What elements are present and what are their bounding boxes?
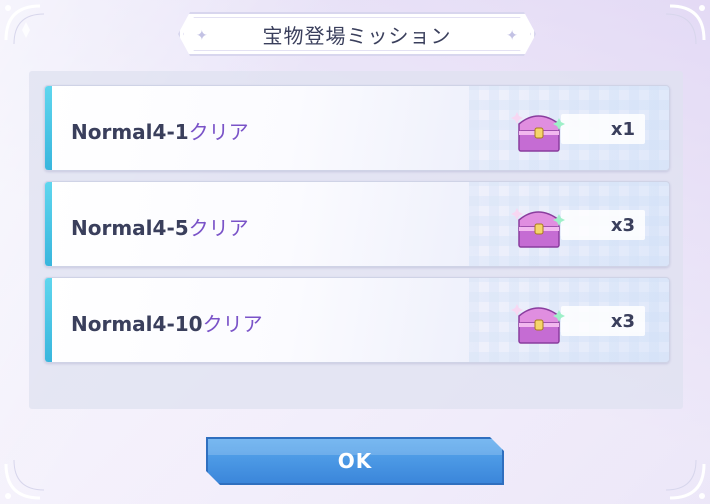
corner-ornament-icon <box>665 459 706 500</box>
corner-ornament-icon <box>4 459 45 500</box>
mission-stage: Normal4-5 <box>71 216 189 240</box>
mission-condition: クリア <box>188 120 249 144</box>
mission-label: Normal4-5クリア <box>71 212 249 241</box>
ok-button-label: OK <box>337 449 373 473</box>
mission-stage: Normal4-10 <box>71 312 203 336</box>
ok-button[interactable]: OK <box>206 437 504 485</box>
sparkle-icon: ✦ <box>196 28 208 44</box>
dialog-title: 宝物登場ミッション <box>262 23 452 48</box>
mission-label: Normal4-10クリア <box>71 308 263 337</box>
reward-quantity: x3 <box>561 306 645 336</box>
mission-label: Normal4-1クリア <box>71 116 249 145</box>
mission-row: Normal4-1クリア x1 <box>44 85 670 171</box>
mission-condition: クリア <box>202 312 263 336</box>
dialog-title-plate: ✦ 宝物登場ミッション ✦ <box>178 12 536 56</box>
treasure-chest-icon <box>511 304 565 344</box>
mission-stage: Normal4-1 <box>71 120 189 144</box>
treasure-chest-icon <box>511 208 565 248</box>
reward-quantity: x3 <box>561 210 645 240</box>
mission-row: Normal4-10クリア x3 <box>44 277 670 363</box>
reward-quantity: x1 <box>561 114 645 144</box>
mission-row: Normal4-5クリア x3 <box>44 181 670 267</box>
sparkle-icon: ✦ <box>506 28 518 44</box>
mission-condition: クリア <box>188 216 249 240</box>
mission-dialog: ✦ 宝物登場ミッション ✦ Normal4-1クリア x1 Normal4-5ク… <box>0 0 710 504</box>
treasure-chest-icon <box>511 112 565 152</box>
